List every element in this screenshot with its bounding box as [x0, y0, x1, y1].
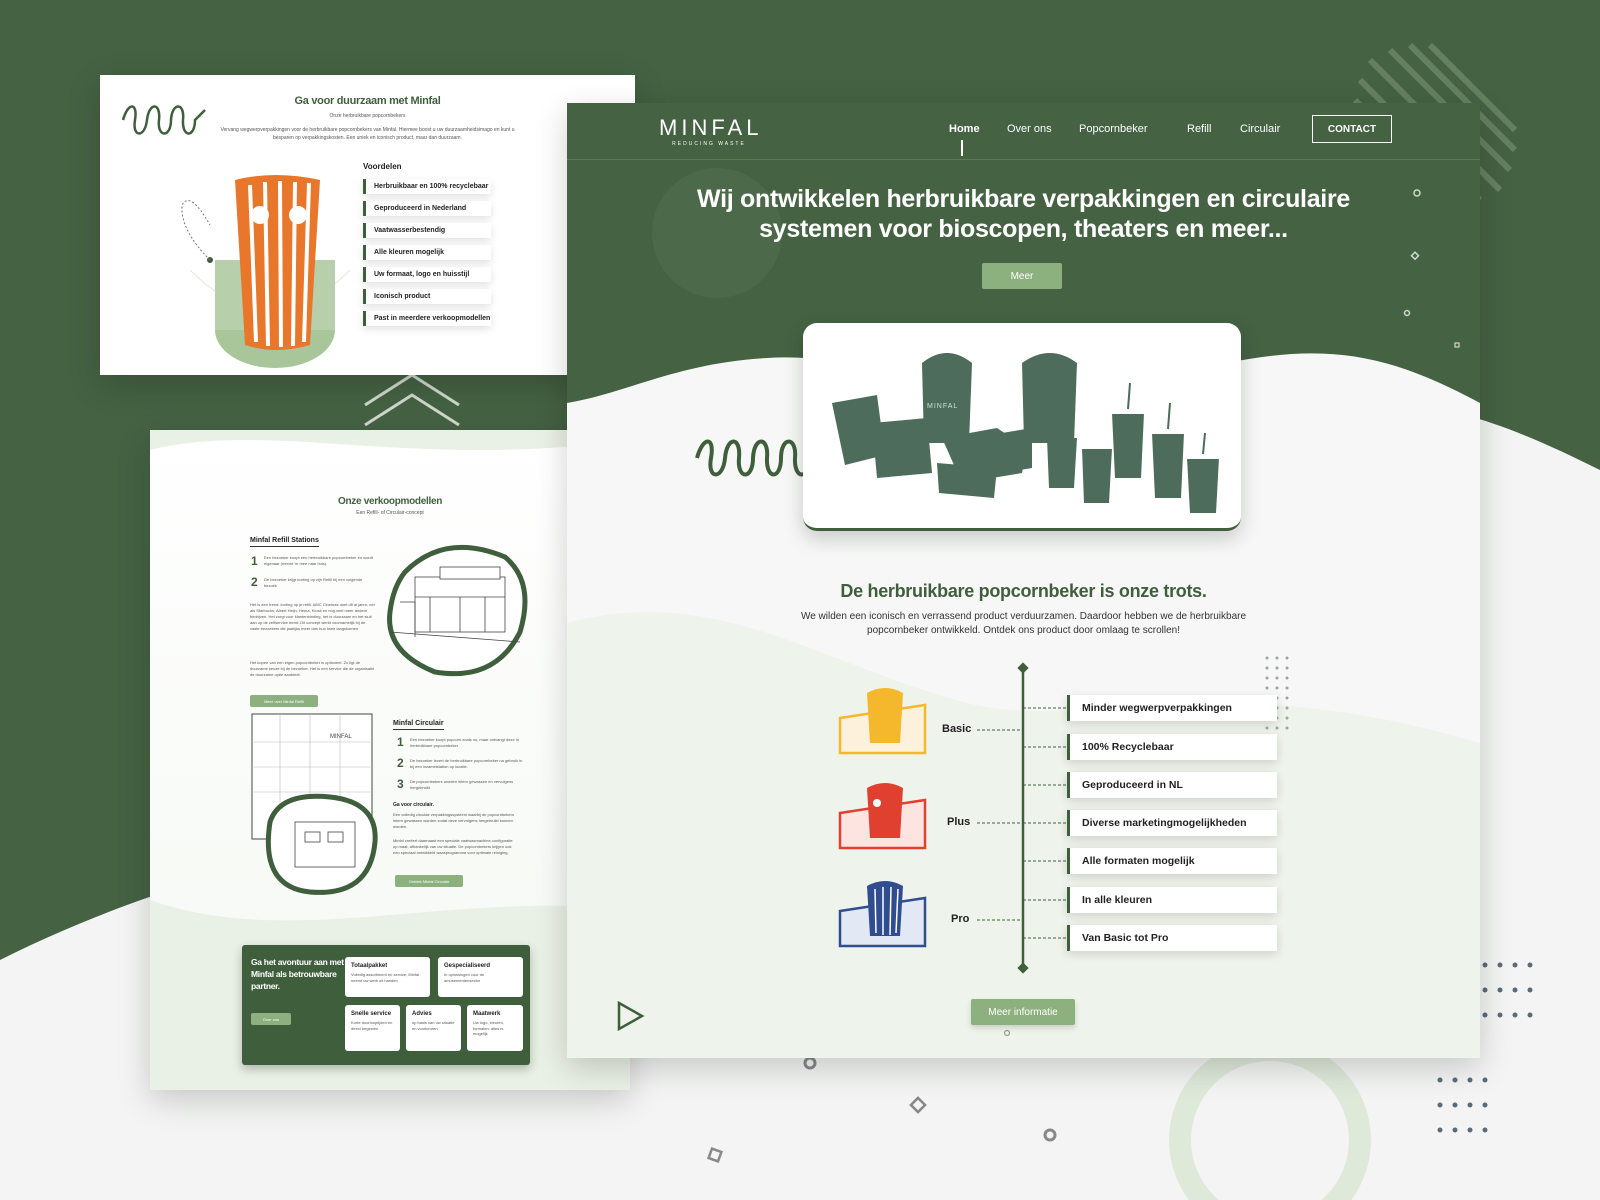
panel-homepage: MINFAL REDUCING WASTE Home Over ons Popc…: [567, 103, 1480, 1058]
section-body-1: We wilden een iconisch en verrassend pro…: [800, 611, 1247, 622]
header-divider: [567, 159, 1480, 160]
card-title: Gespecialiseerd: [444, 963, 491, 969]
panel-benefits: Ga voor duurzaam met Minfal Onze herbrui…: [100, 75, 635, 375]
svg-text:MINFAL: MINFAL: [330, 734, 352, 740]
sales-title: Onze verkoopmodellen: [337, 496, 443, 507]
nav-home[interactable]: Home: [949, 123, 980, 135]
circ-button[interactable]: Ontdek Minfal Circulair: [395, 875, 463, 887]
hero-line-1: Wij ontwikkelen herbruikbare verpakkinge…: [697, 185, 1350, 213]
partner-title: Ga het avontuur aan met Minfal als betro…: [251, 957, 344, 991]
hero-more-button[interactable]: Meer: [982, 263, 1062, 289]
benefits-title: Ga voor duurzaam met Minfal: [294, 95, 441, 107]
refill-body: Het is een trend: korting op je refill. …: [250, 602, 375, 631]
nav-refill[interactable]: Refill: [1187, 123, 1211, 135]
benefit-item: 100% Recyclebaar: [1067, 734, 1277, 760]
popcorn-cup-orange: [181, 175, 350, 368]
benefits-intro: Vervang wegwerpverpakkingen voor de herb…: [220, 127, 515, 141]
feature-item: Uw formaat, logo en huisstijl: [363, 267, 491, 282]
circ-title: Minfal Circulair: [393, 720, 444, 730]
features-title: Voordelen: [363, 162, 402, 171]
nav-over-ons[interactable]: Over ons: [1007, 123, 1052, 135]
card-text: op basis van uw situatie en voorkeuren: [412, 1020, 455, 1031]
card-text: Uw logo, kleuren, formaten: alles is mog…: [473, 1020, 504, 1037]
refill-station-illustration: [387, 544, 528, 677]
feature-item: Vaatwasserbestendig: [363, 223, 491, 238]
nav-popcornbeker[interactable]: Popcornbeker: [1079, 123, 1148, 135]
partner-card: Snelle service Korte doorlooptijden en di…: [345, 1005, 400, 1051]
benefit-item: Van Basic tot Pro: [1067, 925, 1277, 951]
feature-item: Geproduceerd in Nederland: [363, 201, 491, 216]
benefit-item: Geproduceerd in NL: [1067, 772, 1277, 798]
feature-item: Herbruikbaar en 100% recyclebaar: [363, 179, 491, 194]
benefit-item: Diverse marketingmogelijkheden: [1067, 810, 1277, 836]
contact-button[interactable]: CONTACT: [1312, 115, 1392, 143]
hero-line-2: systemen voor bioscopen, theaters en mee…: [759, 215, 1288, 243]
circ-subtitle: Ga voor circulair.: [393, 802, 434, 808]
partner-card: Totaalpakket Volledig assortiment en serv…: [345, 957, 430, 997]
benefit-item: In alle kleuren: [1067, 887, 1277, 913]
logo-text: MINFAL: [659, 115, 763, 140]
benefit-item: Alle formaten mogelijk: [1067, 848, 1277, 874]
partner-card: Advies op basis van uw situatie en voorke…: [406, 1005, 461, 1051]
card-title: Maatwerk: [473, 1011, 501, 1017]
partner-block: Ga het avontuur aan met Minfal als betro…: [242, 945, 530, 1065]
tier-basic-label: Basic: [942, 723, 972, 735]
more-info-button[interactable]: Meer informatie: [971, 999, 1075, 1025]
partner-card: Maatwerk Uw logo, kleuren, formaten: alle…: [467, 1005, 523, 1051]
benefit-item: Minder wegwerpverpakkingen: [1067, 695, 1277, 721]
step-number: 3: [397, 777, 404, 791]
tier-pro-label: Pro: [951, 913, 970, 925]
step-number: 1: [397, 735, 404, 749]
tier-plus-label: Plus: [947, 816, 971, 828]
nav-active-indicator: [961, 140, 963, 156]
partner-button[interactable]: Over ons: [251, 1013, 291, 1025]
product-lineup-image: [832, 353, 1219, 513]
sales-subtitle: Een Refill- of Circulair-concept: [356, 510, 424, 516]
circ-step: Een bezoeker koopt popcorn zoals nu, maa…: [410, 737, 519, 748]
card-text: Volledig assortiment en service, Minfal …: [351, 972, 420, 983]
section-title: De herbruikbare popcornbeker is onze tro…: [840, 581, 1207, 601]
step-number: 2: [251, 575, 258, 589]
card-title: Advies: [412, 1011, 432, 1017]
feature-item: Alle kleuren mogelijk: [363, 245, 491, 260]
section-body-2: popcornbeker ontwikkeld. Ontdek ons prod…: [867, 625, 1180, 636]
card-title: Snelle service: [351, 1011, 392, 1017]
refill-title: Minfal Refill Stations: [250, 537, 319, 547]
circ-step: De popcornbekers worden intern gewassen …: [410, 779, 514, 790]
step-number: 1: [251, 554, 258, 568]
circ-body: Minfal creëert daarnaast een speciale va…: [393, 838, 513, 855]
step-number: 2: [397, 756, 404, 770]
card-text: Korte doorlooptijden en direct beginnen: [351, 1020, 393, 1031]
refill-step: De bezoeker krijgt korting op zijn Refil…: [264, 577, 363, 588]
feature-item: Iconisch product: [363, 289, 491, 304]
logo-tagline: REDUCING WASTE: [672, 141, 746, 147]
card-title: Totaalpakket: [351, 963, 388, 969]
panel-sales-models: Onze verkoopmodellen Een Refill- of Circ…: [150, 430, 630, 1090]
circular-illustration: MINFAL: [251, 713, 378, 895]
benefits-subtitle: Onze herbruikbare popcornbekers: [329, 113, 406, 119]
logo[interactable]: MINFAL REDUCING WASTE: [659, 115, 759, 147]
card-text: In oplossingen voor de amusementensector: [444, 972, 485, 983]
nav-circulair[interactable]: Circulair: [1240, 123, 1280, 135]
refill-step: Een bezoeker koopt een herbruikbare popc…: [264, 555, 373, 566]
refill-button[interactable]: Meer over Minfal Refill: [250, 695, 318, 707]
feature-item: Past in meerdere verkoopmodellen: [363, 311, 491, 326]
partner-card: Gespecialiseerd In oplossingen voor de am…: [438, 957, 523, 997]
refill-body: Het kopen van een eigen popcornbeker is …: [250, 660, 375, 677]
circ-body: Een volledig circulair verpakkingssystee…: [393, 812, 514, 829]
product-label: MINFAL: [927, 403, 959, 410]
circ-step: De bezoeker levert de herbruikbare popco…: [410, 758, 523, 769]
